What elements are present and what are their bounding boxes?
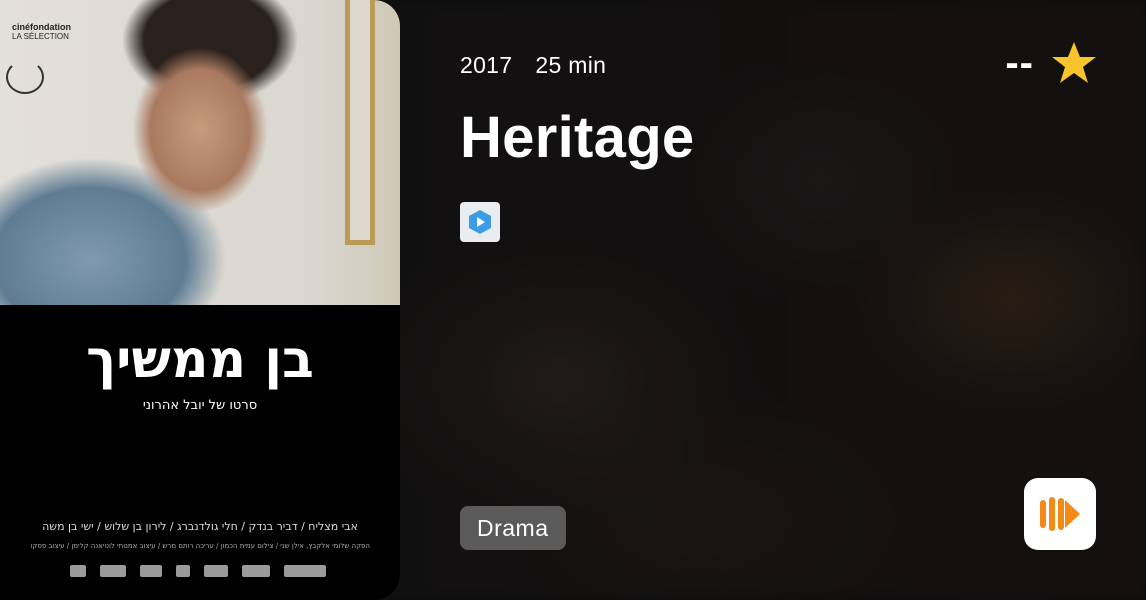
- festival-logo-name: cinéfondation: [12, 22, 71, 32]
- rating-value: --: [1005, 40, 1034, 85]
- poster-sponsor-logos: [70, 562, 330, 580]
- poster-title: בן ממשיך: [86, 330, 314, 390]
- festival-logo: cinéfondation LA SÉLECTION: [12, 22, 71, 42]
- rating: --: [1005, 40, 1098, 86]
- laurel-icon: [6, 60, 44, 94]
- provider-button[interactable]: [460, 202, 500, 242]
- app-logo-icon: [1040, 497, 1080, 531]
- poster-subtitle: סרטו של יובל אהרוני: [142, 398, 258, 413]
- movie-title: Heritage: [460, 105, 695, 170]
- genre-tag[interactable]: Drama: [460, 506, 566, 550]
- poster-cast: אבי מצליח / דביר בנדק / חלי גולדנברג / ל…: [42, 520, 358, 533]
- poster-credits: הפקה שלומי אלקבץ, אילן שני / צילום עמית …: [30, 542, 370, 550]
- app-logo-button[interactable]: [1024, 478, 1096, 550]
- release-year: 2017: [460, 52, 513, 78]
- play-icon: [469, 210, 491, 234]
- star-icon: [1052, 42, 1096, 83]
- duration: 25 min: [535, 52, 607, 78]
- movie-meta: 2017 25 min: [460, 52, 606, 79]
- poster-picture-frame: [345, 0, 375, 245]
- movie-poster: cinéfondation LA SÉLECTION בן ממשיך סרטו…: [0, 0, 400, 600]
- festival-logo-sub: LA SÉLECTION: [12, 32, 69, 41]
- poster-photo: [0, 0, 400, 305]
